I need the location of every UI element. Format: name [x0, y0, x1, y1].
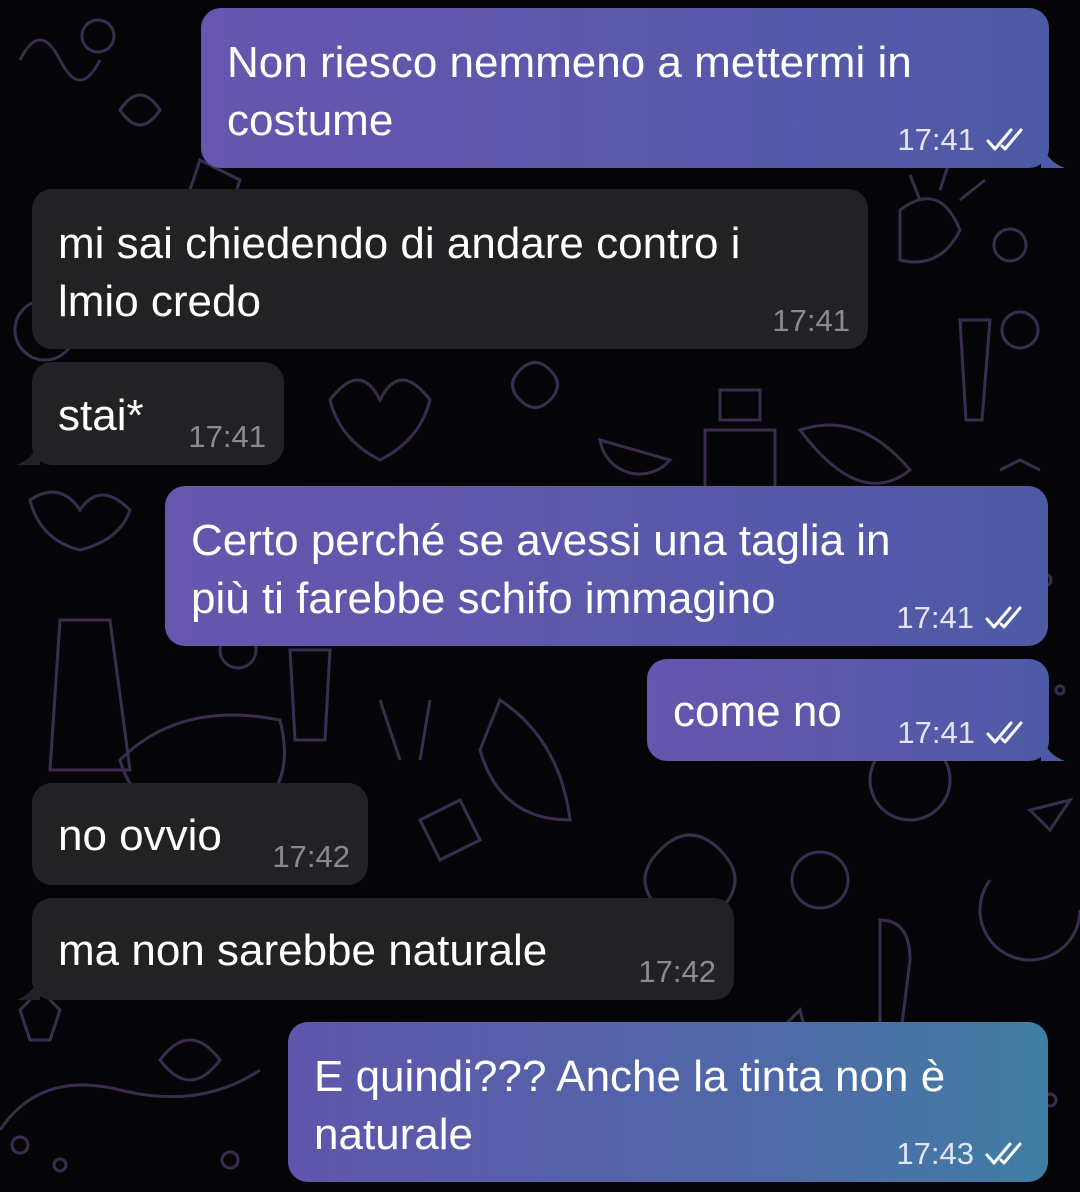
message-line: stai*: [58, 391, 144, 440]
message-time: 17:42: [638, 954, 716, 989]
message-text: E quindi??? Anche la tinta non è natural…: [314, 1048, 945, 1164]
message-time: 17:41: [188, 419, 266, 454]
message-bubble-outgoing[interactable]: E quindi??? Anche la tinta non è natural…: [288, 1022, 1048, 1182]
message-line: no ovvio: [58, 811, 222, 860]
message-line: E quindi??? Anche la tinta non è: [314, 1052, 946, 1101]
message-line: più ti farebbe schifo immagino: [191, 574, 776, 623]
message-time: 17:42: [272, 839, 350, 874]
bubble-tail: [16, 439, 40, 465]
message-text: mi sai chiedendo di andare contro i lmio…: [58, 215, 740, 331]
message-text: stai*: [58, 387, 144, 445]
message-line: mi sai chiedendo di andare contro i: [58, 219, 741, 268]
double-check-icon: [985, 1142, 1022, 1165]
message-line: Certo perché se avessi una taglia in: [191, 516, 891, 565]
message-bubble-outgoing[interactable]: Non riesco nemmeno a mettermi in costume…: [201, 8, 1065, 168]
message-bubble-incoming[interactable]: no ovvio 17:42: [32, 783, 368, 885]
message-time: 17:41: [896, 600, 974, 635]
message-line: costume: [227, 96, 394, 145]
double-check-icon: [986, 128, 1023, 151]
message-time: 17:41: [897, 122, 975, 157]
message-time: 17:41: [772, 303, 850, 338]
double-check-icon: [986, 721, 1023, 744]
message-line: naturale: [314, 1110, 474, 1159]
message-text: Certo perché se avessi una taglia in più…: [191, 512, 891, 628]
message-text: come no: [673, 683, 842, 741]
double-check-icon: [985, 606, 1022, 629]
message-text: ma non sarebbe naturale: [58, 922, 547, 980]
message-bubble-incoming[interactable]: ma non sarebbe naturale 17:42: [16, 898, 734, 1000]
bubble-tail: [16, 974, 40, 1000]
message-line: Non riesco nemmeno a mettermi in: [227, 38, 912, 87]
message-time: 17:43: [896, 1136, 974, 1171]
message-bubble-incoming[interactable]: mi sai chiedendo di andare contro i lmio…: [32, 189, 868, 349]
message-bubble-outgoing[interactable]: Certo perché se avessi una taglia in più…: [165, 486, 1048, 646]
message-bubble-incoming[interactable]: stai* 17:41: [16, 362, 284, 465]
bubble-tail: [1041, 735, 1065, 761]
message-line: ma non sarebbe naturale: [58, 926, 548, 975]
message-text: Non riesco nemmeno a mettermi in costume: [227, 34, 912, 150]
message-line: lmio credo: [58, 277, 261, 326]
bubble-tail: [1041, 142, 1065, 168]
message-line: come no: [673, 687, 842, 736]
message-time: 17:41: [897, 715, 975, 750]
message-bubble-outgoing[interactable]: come no 17:41: [647, 659, 1065, 761]
message-text: no ovvio: [58, 807, 222, 865]
